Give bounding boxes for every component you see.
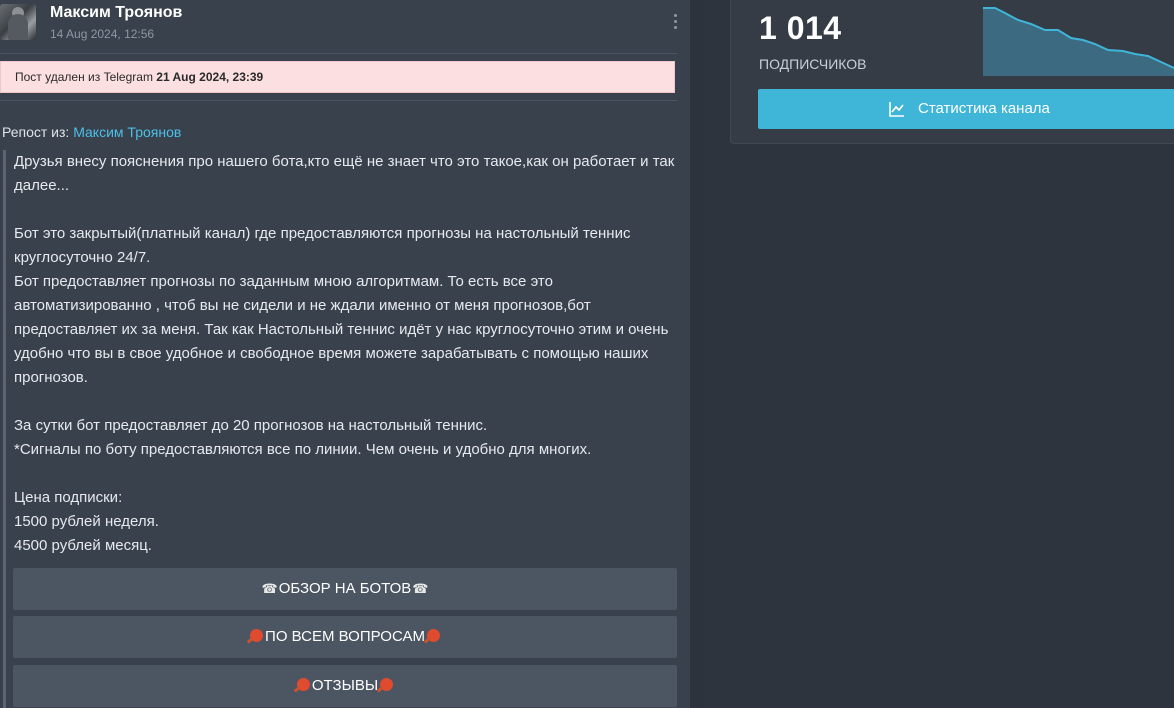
subscribers-sparkline xyxy=(983,7,1174,76)
ping-pong-icon xyxy=(296,678,310,691)
deleted-date: 21 Aug 2024, 23:39 xyxy=(156,70,264,84)
post-paragraph xyxy=(14,198,676,222)
channel-stats-button[interactable]: Статистика канала xyxy=(758,89,1174,129)
subscriber-label: ПОДПИСЧИКОВ xyxy=(759,56,867,72)
post-paragraph xyxy=(14,462,676,486)
post-paragraph: Друзья внесу пояснения про нашего бота,к… xyxy=(14,153,679,194)
channel-stats-label: Статистика канала xyxy=(918,100,1050,117)
ping-pong-icon xyxy=(250,629,264,642)
inline-button-bot-review[interactable]: ☎ОБЗОР НА БОТОВ☎ xyxy=(13,568,677,610)
ping-pong-icon xyxy=(426,629,440,642)
post-date: 14 Aug 2024, 12:56 xyxy=(50,27,155,41)
divider xyxy=(0,53,677,54)
post-paragraph: За сутки бот предоставляет до 20 прогноз… xyxy=(14,417,488,434)
post-paragraph: Цена подписки: xyxy=(14,489,123,506)
repost-label: Репост из: xyxy=(2,124,70,140)
inline-button-questions[interactable]: ПО ВСЕМ ВОПРОСАМ xyxy=(13,616,677,658)
post-author[interactable]: Максим Троянов xyxy=(50,4,182,22)
post-paragraph xyxy=(14,390,676,414)
ping-pong-icon xyxy=(380,678,394,691)
deleted-notice: Пост удален из Telegram 21 Aug 2024, 23:… xyxy=(0,61,675,93)
inline-button-label: ОТЗЫВЫ xyxy=(311,677,379,694)
deleted-notice-text: Пост удален из Telegram xyxy=(15,70,153,84)
post-paragraph: 4500 рублей месяц. xyxy=(14,537,152,554)
post-paragraph: Бот это закрытый(платный канал) где пред… xyxy=(14,225,635,266)
inline-button-label: ПО ВСЕМ ВОПРОСАМ xyxy=(265,628,425,645)
post-paragraph: Бот предоставляет прогнозы по заданным м… xyxy=(14,273,673,386)
post-paragraph: 1500 рублей неделя. xyxy=(14,513,159,530)
quote-bar xyxy=(3,150,6,708)
post-card: Максим Троянов 14 Aug 2024, 12:56 Пост у… xyxy=(0,0,690,708)
column-gutter xyxy=(690,0,705,708)
post-paragraph: *Сигналы по боту предоставляются все по … xyxy=(14,441,592,458)
repost-line: Репост из: Максим Троянов xyxy=(2,124,181,140)
divider xyxy=(0,100,677,101)
repost-author-link[interactable]: Максим Троянов xyxy=(73,124,181,140)
phone-icon: ☎ xyxy=(412,581,429,596)
inline-button-reviews[interactable]: ОТЗЫВЫ xyxy=(13,665,677,707)
author-avatar[interactable] xyxy=(0,4,36,40)
more-options-icon[interactable] xyxy=(668,12,682,34)
phone-icon: ☎ xyxy=(261,581,278,596)
post-text: Друзья внесу пояснения про нашего бота,к… xyxy=(14,150,676,558)
line-chart-icon xyxy=(889,102,904,117)
inline-button-label: ОБЗОР НА БОТОВ xyxy=(278,580,412,597)
subscriber-count: 1 014 xyxy=(759,10,842,46)
